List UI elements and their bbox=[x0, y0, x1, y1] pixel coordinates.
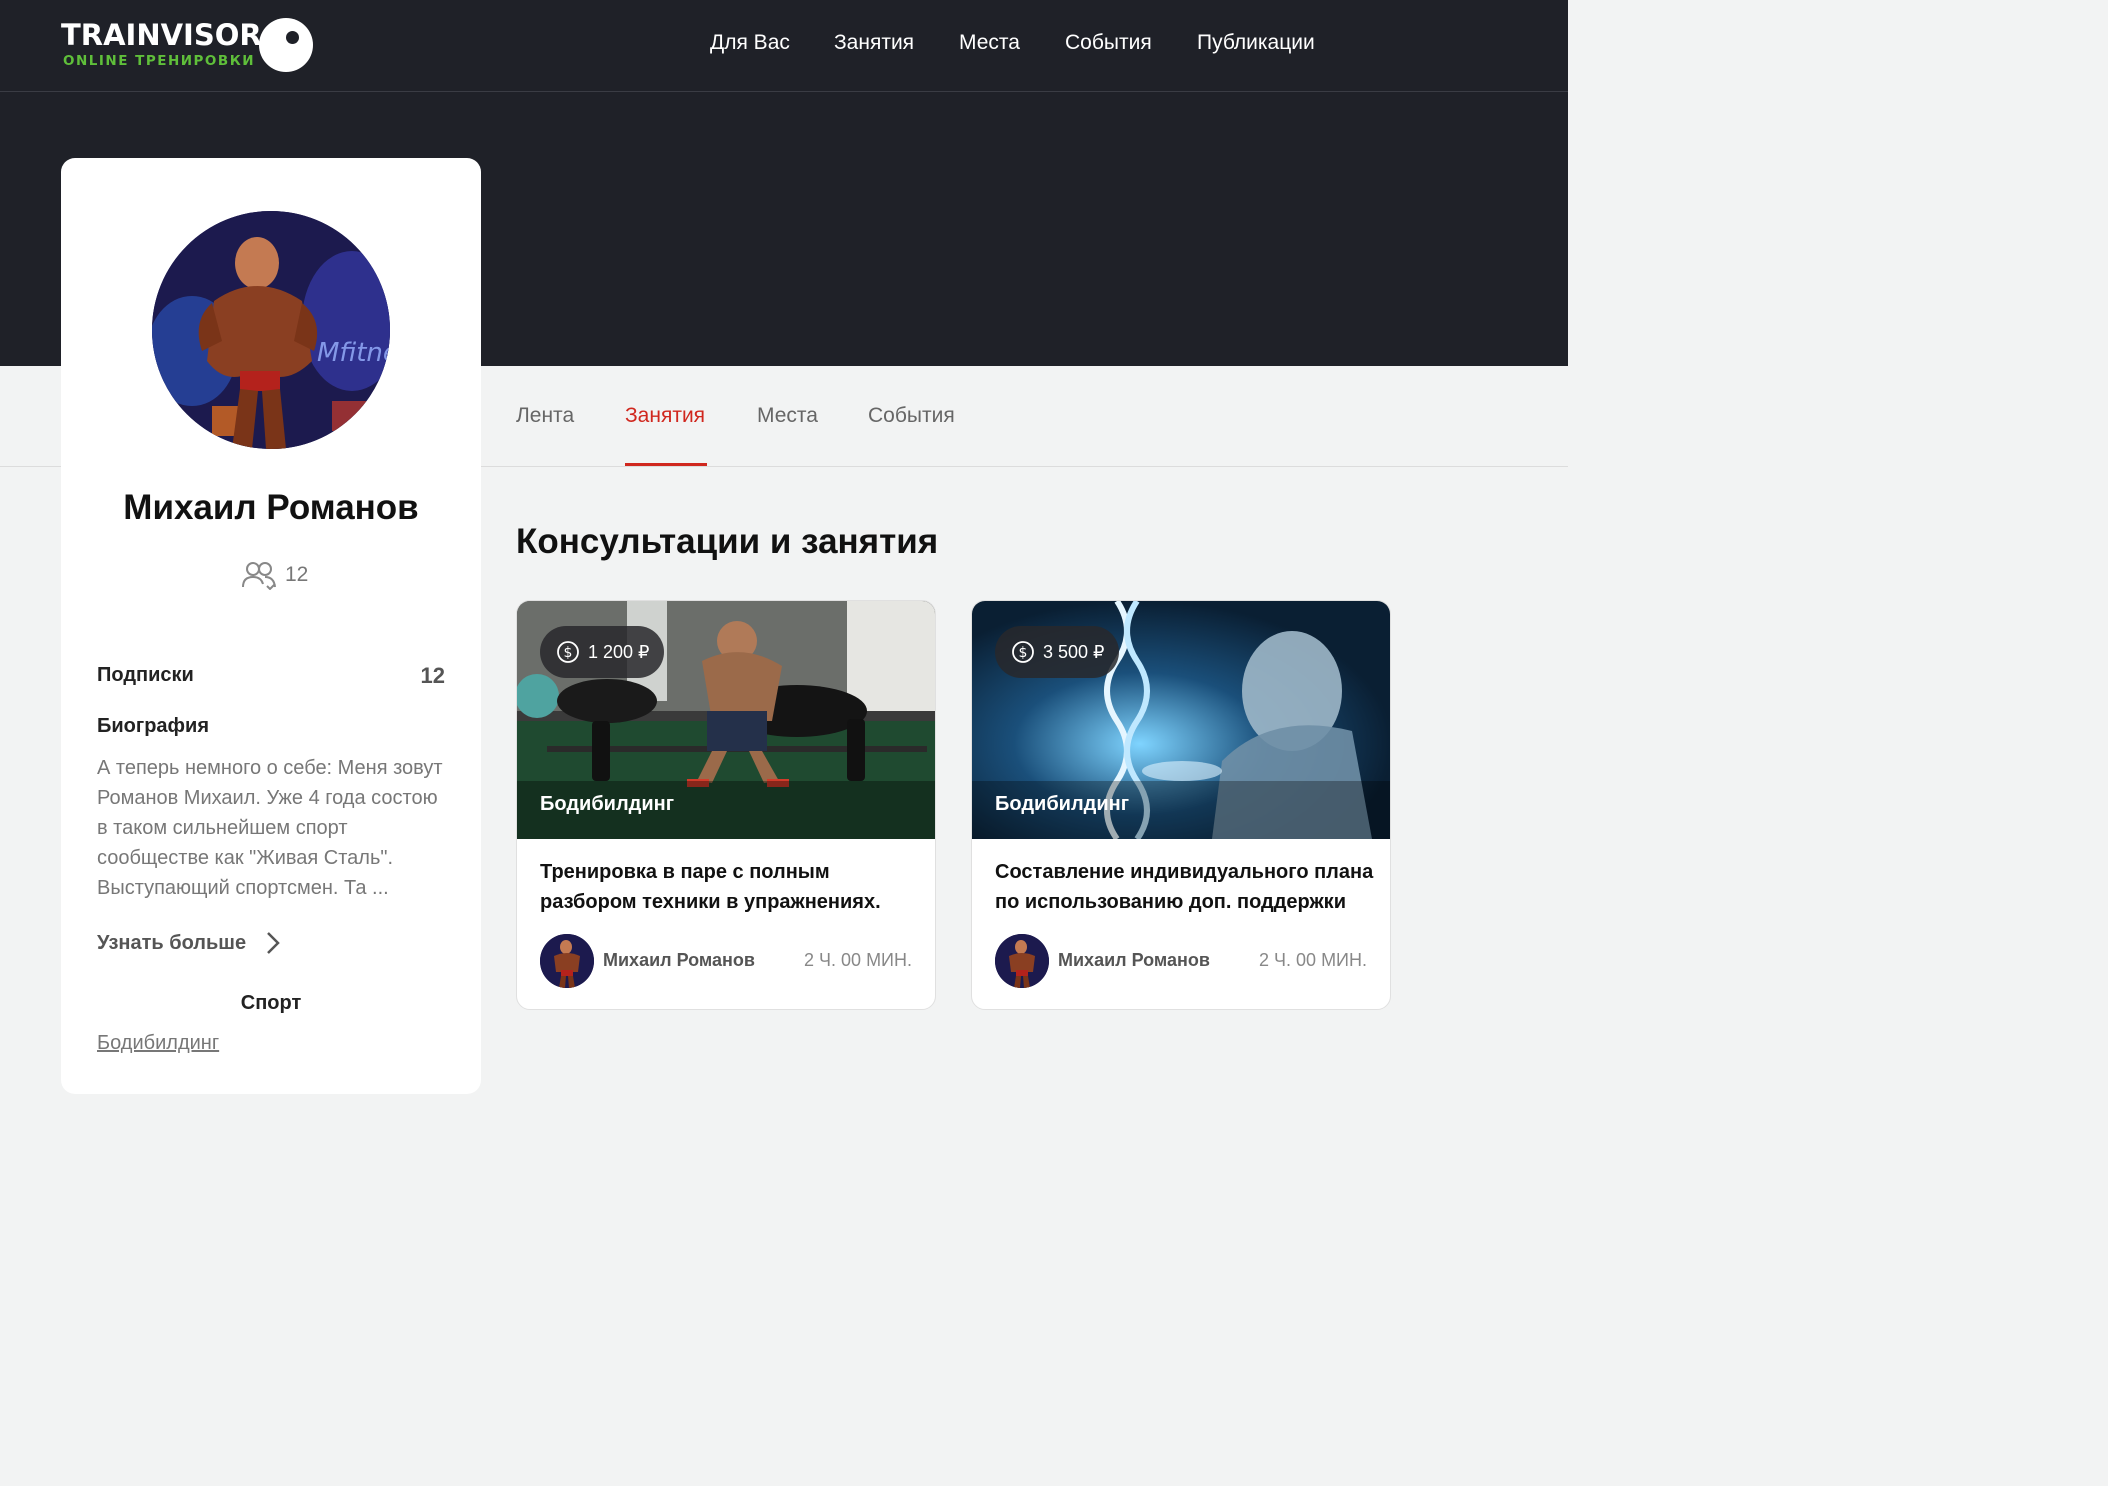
svg-text:$: $ bbox=[1019, 645, 1028, 661]
trainvisor-logo[interactable]: TRAINVISOR ONLINE ТРЕНИРОВКИ bbox=[61, 18, 321, 78]
author-name[interactable]: Михаил Романов bbox=[603, 950, 755, 971]
logo-wordmark: TRAINVISOR bbox=[61, 18, 262, 52]
learn-more-link[interactable]: Узнать больше bbox=[97, 928, 280, 958]
subscriptions-label: Подписки bbox=[97, 664, 194, 686]
section-title: Консультации и занятия bbox=[516, 522, 939, 561]
sport-label: Спорт bbox=[240, 992, 302, 1014]
subscriptions-value[interactable]: 12 bbox=[421, 663, 445, 689]
class-title[interactable]: Составление индивидуального плана по исп… bbox=[995, 857, 1375, 917]
profile-card: Mfitne Михаил Романов 12 Подписки 12 Био… bbox=[61, 158, 481, 1094]
author-avatar bbox=[995, 934, 1049, 988]
avatar[interactable]: Mfitne bbox=[152, 211, 390, 449]
logo-eye-icon bbox=[259, 18, 313, 72]
avatar-photo: Mfitne bbox=[152, 211, 390, 449]
price-value: 1 200 ₽ bbox=[588, 641, 650, 662]
author-avatar bbox=[540, 934, 594, 988]
nav-classes[interactable]: Занятия bbox=[834, 31, 914, 55]
active-tab-indicator bbox=[625, 463, 707, 466]
tab-feed[interactable]: Лента bbox=[516, 404, 574, 428]
bio-label: Биография bbox=[97, 715, 210, 737]
nav-for-you[interactable]: Для Вас bbox=[710, 31, 790, 55]
logo-tagline: ONLINE ТРЕНИРОВКИ bbox=[63, 53, 256, 69]
followers-icon bbox=[242, 562, 276, 590]
top-header: TRAINVISOR ONLINE ТРЕНИРОВКИ Для Вас Зан… bbox=[0, 0, 1568, 92]
nav-events[interactable]: События bbox=[1065, 31, 1152, 55]
svg-text:Mfitne: Mfitne bbox=[317, 338, 390, 368]
class-title[interactable]: Тренировка в паре с полным разбором техн… bbox=[540, 857, 920, 917]
bio-text: А теперь немного о себе: Меня зовут Рома… bbox=[97, 757, 443, 899]
followers-value: 12 bbox=[285, 563, 309, 586]
svg-text:$: $ bbox=[564, 645, 573, 661]
chevron-right-icon bbox=[267, 932, 280, 954]
dollar-circle-icon: $ bbox=[1012, 641, 1034, 663]
author-name[interactable]: Михаил Романов bbox=[1058, 950, 1210, 971]
learn-more-label: Узнать больше bbox=[97, 931, 247, 954]
class-duration: 2 Ч. 00 МИН. bbox=[1259, 950, 1367, 970]
profile-name: Михаил Романов bbox=[123, 488, 419, 527]
dollar-circle-icon: $ bbox=[557, 641, 579, 663]
tab-events[interactable]: События bbox=[868, 404, 955, 428]
nav-places[interactable]: Места bbox=[959, 31, 1020, 55]
tab-places[interactable]: Места bbox=[757, 404, 818, 428]
class-category: Бодибилдинг bbox=[540, 793, 675, 815]
price-badge: $ 1 200 ₽ bbox=[540, 626, 664, 678]
class-card[interactable]: $ 1 200 ₽ Бодибилдинг Тренировка в паре … bbox=[516, 600, 936, 1010]
class-category: Бодибилдинг bbox=[995, 793, 1130, 815]
class-duration: 2 Ч. 00 МИН. bbox=[804, 950, 912, 970]
followers-count[interactable]: 12 bbox=[241, 560, 308, 590]
tab-classes[interactable]: Занятия bbox=[625, 404, 705, 428]
price-value: 3 500 ₽ bbox=[1043, 641, 1105, 662]
sport-link[interactable]: Бодибилдинг bbox=[97, 1032, 219, 1055]
nav-publications[interactable]: Публикации bbox=[1197, 31, 1315, 55]
class-card[interactable]: $ 3 500 ₽ Бодибилдинг Составление индиви… bbox=[971, 600, 1391, 1010]
price-badge: $ 3 500 ₽ bbox=[995, 626, 1119, 678]
